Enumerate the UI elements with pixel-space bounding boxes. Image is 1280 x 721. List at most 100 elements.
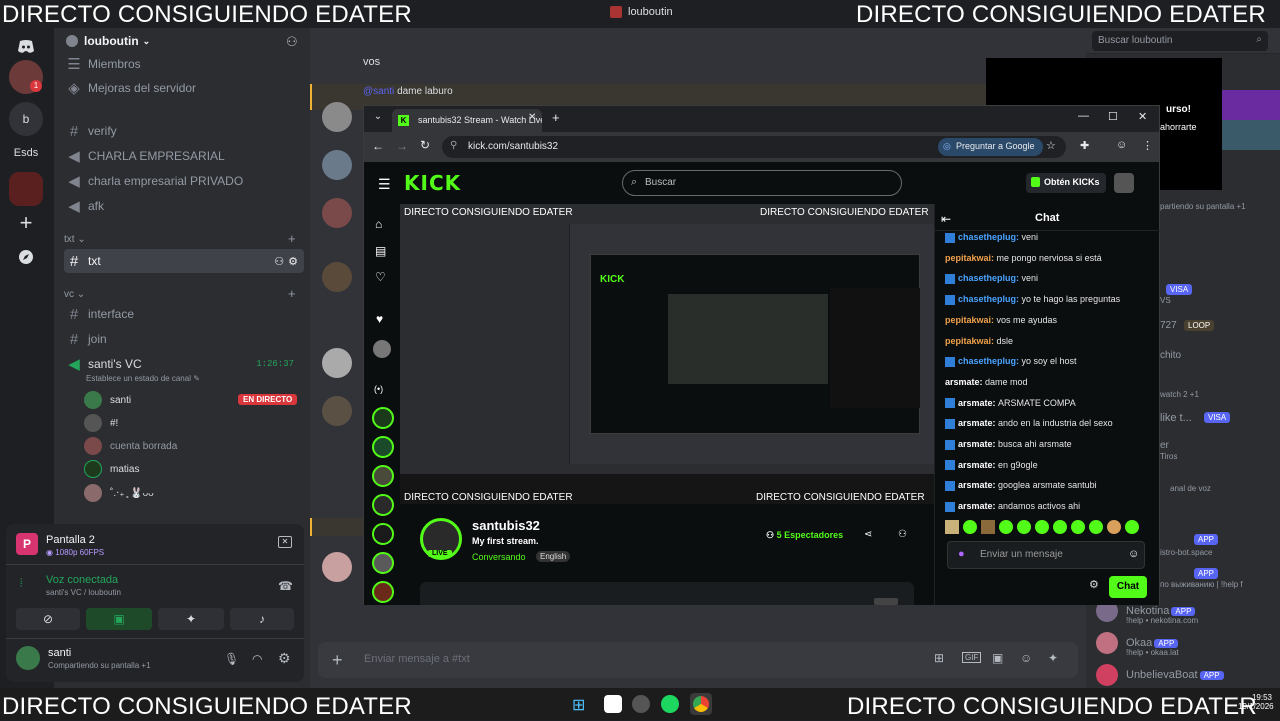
member-item[interactable]: UnbelievaBoat APP (1096, 664, 1224, 686)
gift-icon[interactable]: ⊞ (934, 651, 944, 665)
avatar[interactable] (372, 465, 394, 487)
minimize-icon[interactable]: — (1078, 110, 1089, 122)
reply-preview[interactable]: @santi dame laburo (363, 86, 453, 97)
channel-verify[interactable]: # verify (64, 120, 304, 142)
kick-search-input[interactable]: ⌕ Buscar (622, 170, 902, 196)
chat-username[interactable]: arsmate: (958, 398, 998, 408)
avatar[interactable] (372, 494, 394, 516)
soundboard-button[interactable]: ♪ (230, 608, 294, 630)
chat-username[interactable]: pepitakwai: (945, 315, 997, 325)
server-image-icon[interactable] (9, 172, 43, 206)
heart-icon[interactable]: ♥ (376, 312, 383, 326)
avatar[interactable] (372, 407, 394, 429)
avatar[interactable] (322, 552, 352, 582)
language-tag[interactable]: English (536, 551, 571, 562)
category-vc[interactable]: vc ⌄ (64, 289, 85, 300)
gif-icon[interactable]: GIF (962, 652, 982, 663)
emote-icon[interactable] (981, 520, 995, 534)
discord-home-icon[interactable] (9, 30, 43, 64)
emoji-icon[interactable]: ☺ (1020, 651, 1032, 665)
browse-icon[interactable]: ▤ (375, 244, 386, 258)
add-channel-icon[interactable]: + (288, 286, 296, 301)
user-avatar[interactable] (16, 646, 40, 670)
kick-logo[interactable]: KICK (404, 171, 461, 195)
channel-interface[interactable]: # interface (64, 303, 304, 325)
channel-txt-active[interactable]: # txt ⚇ ⚙ (64, 249, 304, 273)
discord-taskbar-icon[interactable] (604, 695, 622, 713)
server-header[interactable]: louboutin ⌄ (66, 34, 150, 48)
emote-icon[interactable] (1089, 520, 1103, 534)
sticker-icon[interactable]: ▣ (992, 651, 1003, 665)
invite-icon[interactable]: ⚇ (274, 255, 284, 268)
chrome-taskbar-icon[interactable] (690, 693, 712, 715)
screen-share-button[interactable]: ▣ (86, 608, 152, 630)
emote-icon[interactable] (1017, 520, 1031, 534)
spotify-taskbar-icon[interactable] (661, 695, 679, 713)
headphones-icon[interactable]: ◠ (252, 652, 262, 666)
emoji-icon[interactable]: ☺ (1128, 548, 1139, 560)
voice-user[interactable]: cuenta borrada (84, 436, 177, 456)
emote-icon[interactable] (945, 520, 959, 534)
channel-afk[interactable]: ◀ afk (64, 195, 304, 217)
user-settings-icon[interactable]: ⚙ (278, 650, 291, 667)
close-tab-icon[interactable]: ✕ (528, 112, 536, 123)
user-avatar[interactable] (1114, 173, 1134, 193)
activities-button[interactable]: ✦ (158, 608, 224, 630)
chat-username[interactable]: chasetheplug: (958, 232, 1022, 242)
streamer-name[interactable]: santubis32 (472, 518, 540, 533)
new-tab-icon[interactable]: + (552, 110, 560, 125)
reload-icon[interactable]: ↻ (420, 138, 430, 152)
member-item[interactable]: Okaa APP !help • okaa.lat (1096, 632, 1179, 657)
chat-username[interactable]: arsmate: (958, 501, 998, 511)
search-input[interactable]: Buscar louboutin ⌕ (1092, 31, 1268, 51)
emote-icon[interactable] (999, 520, 1013, 534)
about-toggle[interactable] (874, 598, 898, 605)
sidebar-item-boosts[interactable]: ◈ Mejoras del servidor (64, 77, 304, 99)
extensions-icon[interactable]: ✚ (1080, 139, 1089, 152)
forward-icon[interactable]: → (396, 139, 408, 153)
obs-taskbar-icon[interactable] (632, 695, 650, 713)
avatar[interactable] (372, 581, 394, 603)
maximize-icon[interactable]: ☐ (1108, 110, 1118, 123)
channel-charla-privado[interactable]: ◀ charla empresarial PRIVADO (64, 170, 304, 192)
voice-channel-santis-vc[interactable]: ◀ santi's VC 1:26:37 (64, 353, 304, 375)
category-txt[interactable]: txt ⌄ (64, 234, 86, 245)
emote-icon[interactable] (1035, 520, 1049, 534)
add-attachment-icon[interactable]: + (332, 650, 343, 671)
home-icon[interactable]: ⌂ (375, 217, 382, 231)
voice-user[interactable]: matias (84, 459, 139, 479)
profile-icon[interactable]: ☺ (1116, 139, 1127, 151)
chat-username[interactable]: arsmate: (958, 439, 998, 449)
emote-icon[interactable] (1071, 520, 1085, 534)
chat-username[interactable]: chasetheplug: (958, 356, 1022, 366)
hamburger-icon[interactable]: ☰ (378, 176, 391, 193)
emote-icon[interactable] (1125, 520, 1139, 534)
avatar[interactable] (322, 198, 352, 228)
microphone-icon[interactable]: 🎙 (224, 652, 239, 666)
sidebar-item-members[interactable]: ☰ Miembros (64, 53, 304, 75)
chat-settings-icon[interactable]: ⚙ (1089, 578, 1099, 591)
emote-icon[interactable] (1107, 520, 1121, 534)
chat-username[interactable]: pepitakwai: (945, 336, 997, 346)
tab-search-icon[interactable]: ⌄ (370, 111, 386, 127)
chat-username[interactable]: arsmate: (945, 377, 985, 387)
emote-icon[interactable] (963, 520, 977, 534)
chat-send-button[interactable]: Chat (1109, 576, 1147, 598)
chat-username[interactable]: arsmate: (958, 460, 998, 470)
back-icon[interactable]: ← (372, 139, 384, 153)
invite-icon[interactable]: ⚇ (286, 34, 298, 50)
google-lens-button[interactable]: ◎ Preguntar a Google (938, 138, 1043, 156)
menu-kebab-icon[interactable]: ⋮ (1142, 139, 1153, 152)
emote-icon[interactable] (1053, 520, 1067, 534)
collapse-chat-icon[interactable]: ⇤ (941, 212, 951, 226)
avatar[interactable] (322, 262, 352, 292)
channel-join[interactable]: # join (64, 328, 304, 350)
discover-icon[interactable] (9, 240, 43, 274)
avatar[interactable] (322, 348, 352, 378)
apps-icon[interactable]: ✦ (1048, 651, 1058, 665)
chat-username[interactable]: arsmate: (958, 480, 998, 490)
server-esds[interactable]: Esds (9, 136, 43, 170)
avatar[interactable] (322, 102, 352, 132)
stop-stream-icon[interactable]: ✕ (278, 536, 292, 548)
share-icon[interactable]: ⋖ (864, 529, 872, 540)
